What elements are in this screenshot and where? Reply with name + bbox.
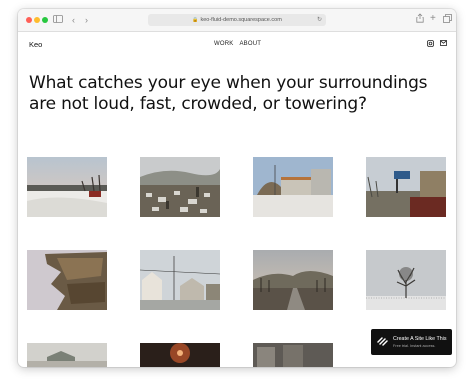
lone-tree-snow-photo[interactable] — [366, 250, 446, 310]
main-navigation: WORK ABOUT — [214, 41, 267, 47]
nav-work-link[interactable]: WORK — [214, 41, 233, 47]
mail-icon[interactable] — [440, 40, 447, 48]
chevron-left-icon[interactable]: ‹ — [72, 13, 75, 27]
gray-building-photo[interactable] — [253, 343, 333, 367]
rock-outcrop-photo[interactable] — [27, 250, 107, 310]
cta-title: Create A Site Like This — [393, 336, 447, 342]
browser-toolbar: ‹ › 🔒 keo-fluid-demo.squarespace.com ↻ + — [18, 9, 456, 32]
plus-icon[interactable]: + — [430, 12, 436, 26]
chevron-right-icon[interactable]: › — [85, 13, 88, 27]
cta-subtitle: Free trial. Instant access. — [393, 344, 436, 348]
address-bar[interactable]: 🔒 keo-fluid-demo.squarespace.com ↻ — [148, 14, 326, 26]
create-site-button[interactable]: Create A Site Like This Free trial. Inst… — [371, 329, 452, 355]
site-logo[interactable]: Keo — [29, 40, 42, 49]
close-window-button[interactable] — [26, 17, 32, 23]
small-town-houses-photo[interactable] — [140, 250, 220, 310]
site-header: Keo WORK ABOUT — [18, 31, 456, 57]
zoom-window-button[interactable] — [42, 17, 48, 23]
instagram-icon[interactable] — [427, 40, 434, 49]
roadside-sign-photo[interactable] — [366, 157, 446, 217]
minimize-window-button[interactable] — [34, 17, 40, 23]
page-headline: What catches your eye when your surround… — [29, 73, 428, 114]
reload-icon[interactable]: ↻ — [317, 14, 322, 26]
winter-lakeshore-photo[interactable] — [27, 157, 107, 217]
sidebar-icon[interactable] — [53, 13, 63, 27]
farm-building-photo[interactable] — [27, 343, 107, 367]
address-text: keo-fluid-demo.squarespace.com — [200, 17, 282, 23]
squarespace-logo-icon — [377, 337, 388, 348]
night-light-photo[interactable] — [140, 343, 220, 367]
browser-window: ‹ › 🔒 keo-fluid-demo.squarespace.com ↻ + … — [18, 9, 456, 367]
hillside-town-photo[interactable] — [140, 157, 220, 217]
share-icon[interactable] — [416, 13, 424, 27]
nav-about-link[interactable]: ABOUT — [239, 41, 261, 47]
tabs-icon[interactable] — [443, 13, 452, 27]
lock-icon: 🔒 — [192, 17, 199, 23]
dusk-road-hills-photo[interactable] — [253, 250, 333, 310]
quonset-hut-photo[interactable] — [253, 157, 333, 217]
